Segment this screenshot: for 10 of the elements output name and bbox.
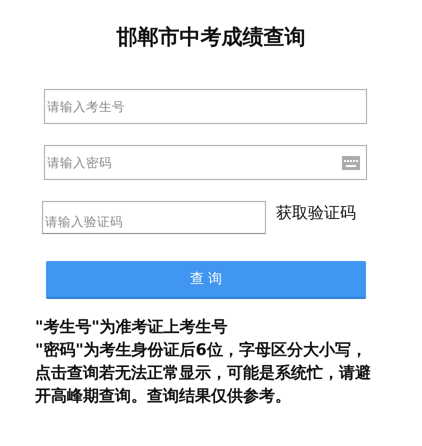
input-field[interactable]: 请输入密码 — [44, 145, 367, 180]
get-code-link[interactable]: 获取验证码 — [276, 202, 356, 224]
input-field[interactable]: 请输入考生号 — [44, 89, 367, 124]
note-text: "密码"为考生身份证后6位，字母区分大小写， — [35, 339, 368, 361]
note-text: "考生号"为准考证上考生号 — [35, 316, 229, 338]
keyboard-icon[interactable] — [342, 156, 360, 170]
note-text: 开高峰期查询。查询结果仅供参考。 — [35, 385, 292, 407]
captcha-field[interactable]: 请输入验证码 — [42, 201, 266, 234]
note-text: 点击查询若无法正常显示，可能是系统忙，请避 — [35, 362, 372, 384]
page-title: 邯郸市中考成绩查询 — [115, 24, 306, 51]
